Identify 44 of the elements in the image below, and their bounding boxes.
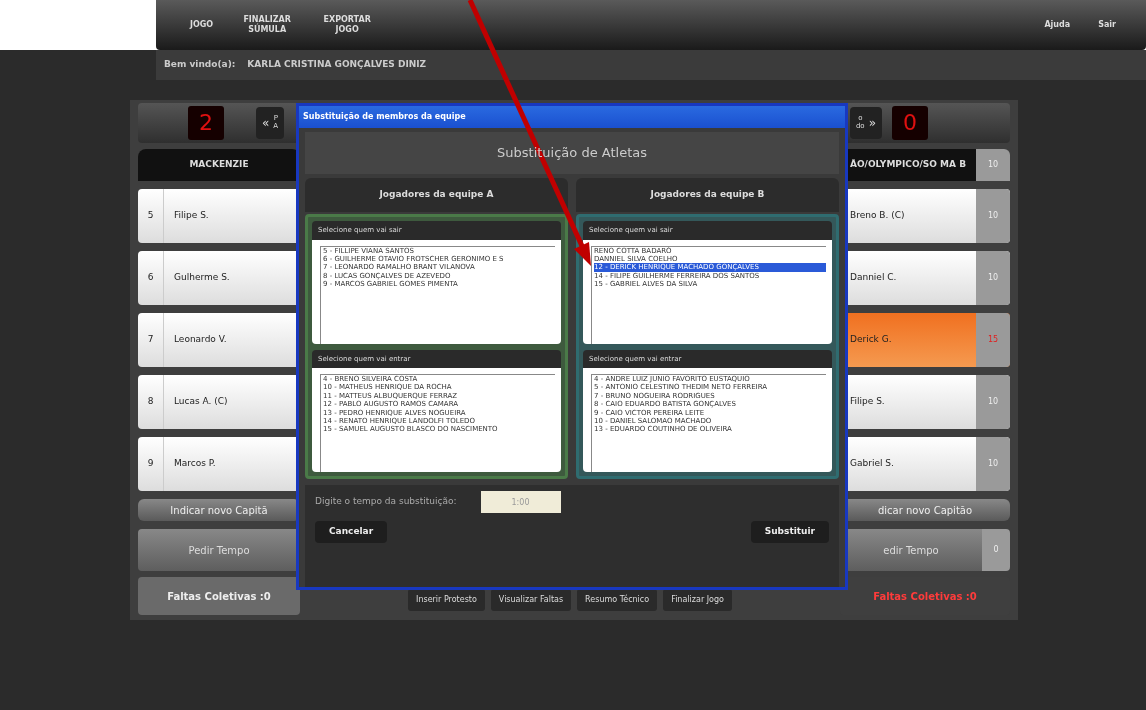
action-button[interactable]: Inserir Protesto [408,589,485,611]
player-name: Filipe S. [173,209,210,223]
list-box[interactable] [312,368,561,472]
player-number: 7 [138,313,164,367]
substitute-button[interactable]: Substituir [750,521,829,543]
user-name: KARLA CRISTINA GONÇALVES DINIZ [247,58,427,72]
dialog-title: Substituição de membros da equipe [299,106,845,128]
team-fouls: Faltas Coletivas :0 [138,577,300,615]
player-name: Filipe S. [849,395,886,409]
player-name: Gulherme S. [173,271,231,285]
list-box[interactable] [583,368,832,472]
nav-item[interactable]: JOGO [176,20,228,30]
player-name: Gabriel S. [849,457,895,471]
team-b-score: 0 [892,106,928,140]
score-cell: 15 [976,313,1010,367]
player-number: 8 [138,375,164,429]
score-cell: 10 [976,375,1010,429]
score-cell: 10 [976,251,1010,305]
cancel-button[interactable]: Cancelar [315,521,388,543]
player-name: Breno B. (C) [849,209,906,223]
team-a-score: 2 [188,106,224,140]
score-cell: 10 [976,189,1010,243]
player-name: Danniel C. [849,271,898,285]
player-number: 9 [138,437,164,491]
nav-link[interactable]: Ajuda [1030,20,1085,30]
nav-link[interactable]: Sair [1084,20,1130,30]
player-number: 6 [138,251,164,305]
action-button[interactable]: Visualizar Faltas [490,589,572,611]
player-name: Leonardo V. [173,333,228,347]
player-name: Derick G. [849,333,893,347]
timeout-count: 0 [982,529,1010,571]
score-cell: 10 [976,149,1010,181]
action-button[interactable]: Resumo Técnico [577,589,658,611]
team-header: Jogadores da equipe A [305,178,568,212]
action-button[interactable]: Finalizar Jogo [663,589,732,611]
score-cell: 10 [976,437,1010,491]
team-header: Jogadores da equipe B [576,178,839,212]
player-number: 5 [138,189,164,243]
nav-item[interactable]: FINALIZAR SÚMULA [227,15,308,35]
nav-item[interactable]: EXPORTAR JOGO [307,15,388,35]
welcome-label: Bem vindo(a): [164,58,236,72]
player-name: Lucas A. (C) [173,395,229,409]
player-name: Marcos P. [173,457,217,471]
time-label: Digite o tempo da substituição: [315,495,457,509]
